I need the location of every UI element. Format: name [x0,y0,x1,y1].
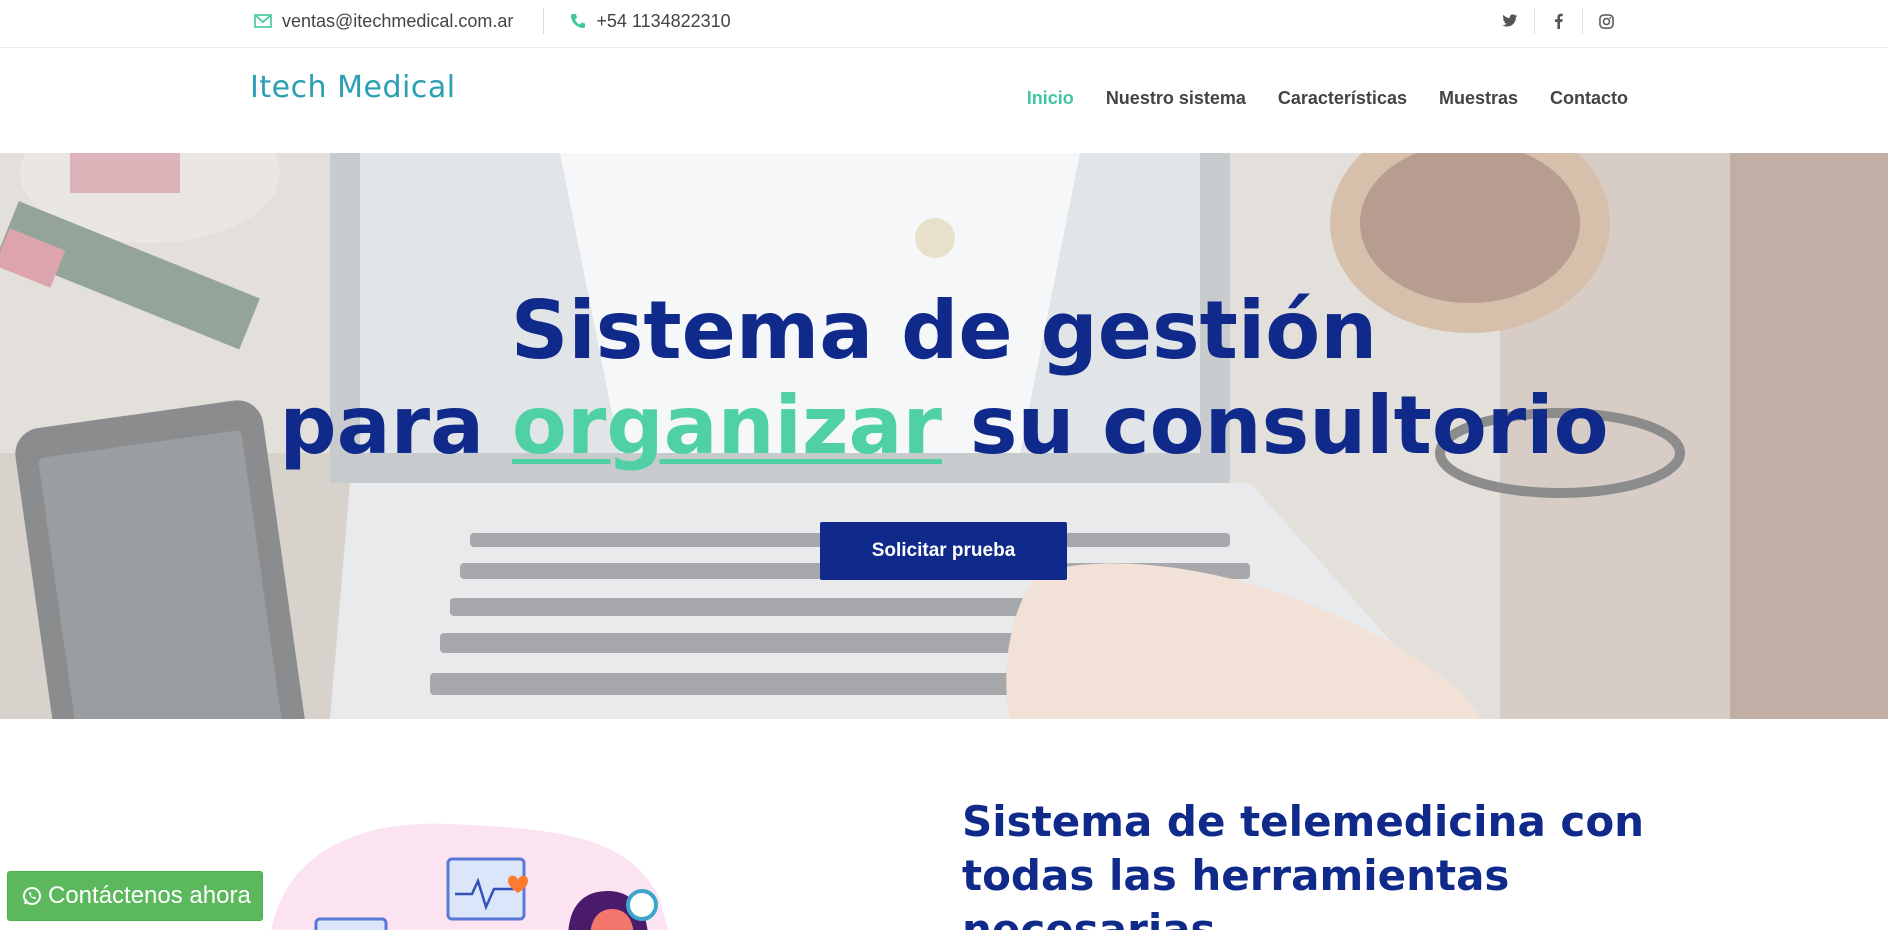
topbar-contact: ventas@itechmedical.com.ar +54 113482231… [254,0,731,42]
social-links [1486,0,1630,42]
nav-item-caracteristicas[interactable]: Características [1278,88,1407,109]
site-header: Itech Medical Inicio Nuestro sistema Car… [0,48,1888,153]
hero-title-highlight: organizar [511,379,942,472]
nav-item-muestras[interactable]: Muestras [1439,88,1518,109]
phone-link[interactable]: +54 1134822310 [570,10,731,32]
hero-banner: Sistema de gestión para organizar su con… [0,153,1888,719]
twitter-icon [1502,14,1518,27]
main-nav: Inicio Nuestro sistema Características M… [1027,88,1628,109]
instagram-link[interactable] [1582,8,1630,34]
hero-title-post: su consultorio [941,379,1609,472]
telemedicine-section: Sistema de telemedicina con todas las he… [0,719,1888,930]
nav-item-contacto[interactable]: Contacto [1550,88,1628,109]
section-heading: Sistema de telemedicina con todas las he… [962,797,1645,930]
whatsapp-label: Contáctenos ahora [48,882,251,909]
envelope-icon [254,14,272,28]
topbar-divider [543,8,545,34]
telemedicine-illustration [271,823,668,930]
instagram-icon [1599,13,1614,29]
hero-title-line2: para organizar su consultorio [0,378,1888,474]
nav-item-nuestro-sistema[interactable]: Nuestro sistema [1106,88,1246,109]
hero-title-line1: Sistema de gestión [510,284,1378,377]
nav-item-inicio[interactable]: Inicio [1027,88,1074,109]
request-trial-button[interactable]: Solicitar prueba [820,522,1067,580]
email-link[interactable]: ventas@itechmedical.com.ar [254,11,513,32]
facebook-icon [1555,13,1563,29]
whatsapp-contact-button[interactable]: Contáctenos ahora [7,871,263,921]
whatsapp-icon [23,887,41,905]
site-logo[interactable]: Itech Medical [250,70,456,105]
topbar: ventas@itechmedical.com.ar +54 113482231… [0,0,1888,48]
email-text: ventas@itechmedical.com.ar [282,10,514,31]
phone-text: +54 1134822310 [596,10,731,31]
facebook-link[interactable] [1534,8,1582,34]
twitter-link[interactable] [1486,8,1534,34]
phone-icon [571,14,586,28]
hero-title-pre: para [279,379,512,472]
